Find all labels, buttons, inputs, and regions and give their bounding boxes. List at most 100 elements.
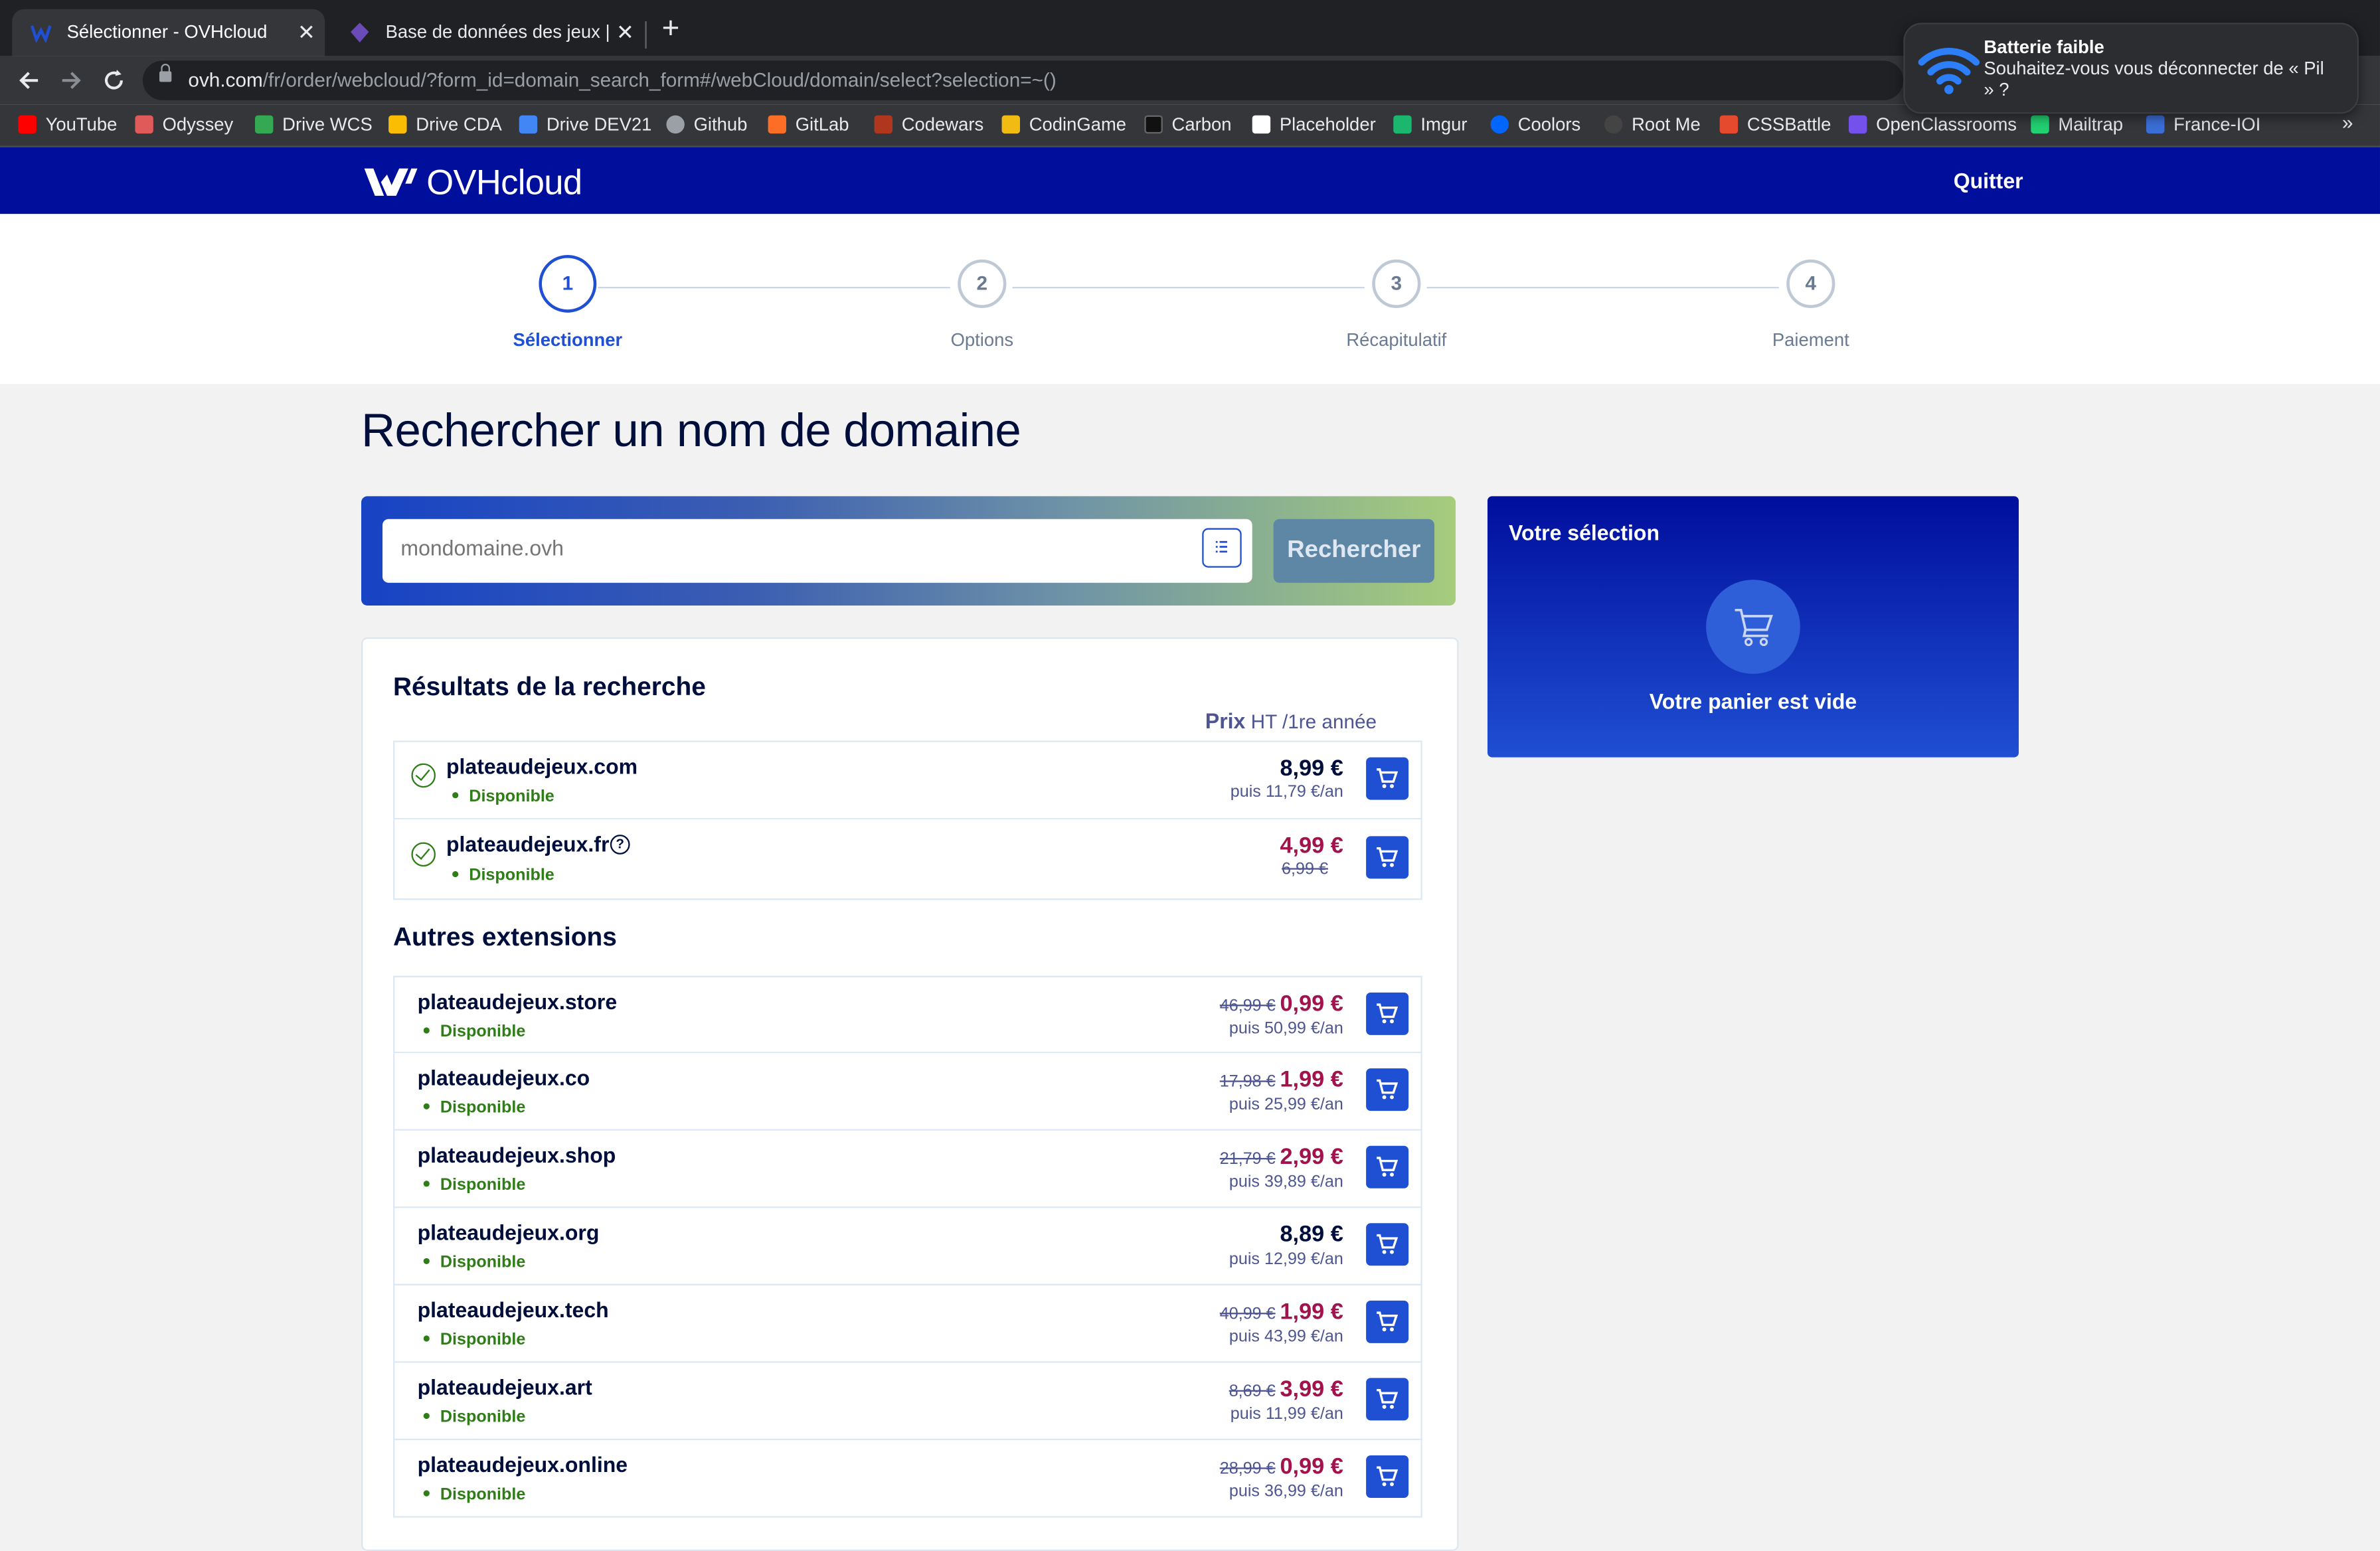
bookmark-gitlab[interactable]: GitLab	[768, 114, 849, 135]
forward-arrow-icon[interactable]	[59, 68, 84, 93]
step-options: 2 Options	[861, 259, 1104, 351]
add-to-cart-button[interactable]	[1366, 1455, 1409, 1498]
coolors-icon	[1490, 115, 1509, 134]
bookmark-imgur[interactable]: Imgur	[1393, 114, 1468, 135]
extension-row: plateaudejeux.online Disponible 28,99 €0…	[392, 1440, 1422, 1518]
price-block: 8,99 € puis 11,79 €/an	[1231, 756, 1343, 801]
cart-icon	[1377, 1466, 1399, 1487]
renewal-price: puis 12,99 €/an	[1229, 1250, 1343, 1269]
bookmark-drive-dev21[interactable]: Drive DEV21	[519, 114, 651, 135]
step-select[interactable]: 1 Sélectionner	[446, 254, 689, 351]
bookmark-codewars[interactable]: Codewars	[874, 114, 984, 135]
bookmark-label: Root Me	[1632, 114, 1701, 135]
extension-row: plateaudejeux.co Disponible 17,98 €1,99 …	[392, 1053, 1422, 1131]
add-to-cart-button[interactable]	[1366, 836, 1409, 879]
page-title: Rechercher un nom de domaine	[361, 403, 1021, 457]
other-extensions-title: Autres extensions	[392, 922, 617, 952]
reload-icon[interactable]	[102, 68, 126, 93]
bookmark-github[interactable]: Github	[666, 114, 747, 135]
cart-icon	[1377, 1311, 1399, 1332]
logo-text: OVHcloud	[426, 162, 582, 202]
available-check-icon	[411, 763, 436, 788]
bookmark-label: Codewars	[901, 114, 984, 135]
bookmark-drive-wcs[interactable]: Drive WCS	[254, 114, 373, 135]
quit-link[interactable]: Quitter	[1954, 169, 2023, 193]
domain-name: plateaudejeux.online	[417, 1452, 628, 1477]
renewal-price: puis 11,99 €/an	[1230, 1405, 1343, 1424]
add-to-cart-button[interactable]	[1366, 1223, 1409, 1266]
add-to-cart-button[interactable]	[1366, 1300, 1409, 1343]
original-price: 40,99 €	[1219, 1305, 1276, 1324]
odyssey-icon	[135, 115, 153, 134]
extension-row: plateaudejeux.org Disponible 8,89 € puis…	[392, 1208, 1422, 1285]
bookmark-rootme[interactable]: Root Me	[1604, 114, 1701, 135]
help-icon[interactable]: ?	[610, 835, 630, 855]
url-host: ovh.com	[188, 68, 263, 92]
price-header: Prix HT /1re année	[1205, 708, 1377, 733]
notification-body: Souhaitez-vous vous déconnecter de « Pil…	[1984, 57, 2324, 100]
new-tab-button[interactable]: +	[662, 14, 680, 44]
promo-price: 0,99 €	[1280, 1453, 1343, 1480]
add-to-cart-button[interactable]	[1366, 1378, 1409, 1421]
original-price: 28,99 €	[1219, 1459, 1276, 1479]
add-to-cart-button[interactable]	[1366, 1068, 1409, 1111]
price-block: 40,99 €1,99 € puis 43,99 €/an	[1220, 1299, 1343, 1347]
add-to-cart-button[interactable]	[1366, 757, 1409, 800]
tab-close-icon[interactable]: ✕	[298, 20, 315, 46]
bookmark-openclassrooms[interactable]: OpenClassrooms	[1848, 114, 2017, 135]
ovh-logo-icon	[364, 168, 418, 196]
domain-search-input[interactable]	[397, 534, 1163, 562]
wifi-icon	[1918, 48, 1980, 94]
bulk-list-button[interactable]	[1202, 528, 1242, 568]
step-number: 4	[1786, 259, 1835, 308]
domain-name: plateaudejeux.co	[417, 1065, 590, 1090]
tab-close-icon[interactable]: ✕	[616, 20, 634, 46]
low-battery-notification[interactable]: Batterie faible Souhaitez-vous vous déco…	[1903, 23, 2359, 114]
bookmark-codingame[interactable]: CodinGame	[1001, 114, 1127, 135]
selection-panel: Votre sélection Votre panier est vide	[1487, 496, 2019, 758]
domain-name: plateaudejeux.tech	[417, 1297, 609, 1322]
original-price: 6,99 €	[1282, 860, 1328, 879]
bookmark-label: YouTube	[45, 114, 118, 135]
browser-tab[interactable]: Base de données des jeux | Ma ✕	[331, 9, 643, 56]
bookmark-label: Odyssey	[162, 114, 234, 135]
availability-status: Disponible	[424, 1486, 526, 1504]
search-button[interactable]: Rechercher	[1273, 519, 1434, 583]
bookmark-france-ioi[interactable]: France-IOI	[2146, 114, 2260, 135]
step-label: Récapitulatif	[1346, 329, 1447, 351]
bookmark-label: Github	[693, 114, 748, 135]
database-favicon-icon	[350, 23, 369, 42]
add-to-cart-button[interactable]	[1366, 992, 1409, 1035]
url-text: ovh.com/fr/order/webcloud/?form_id=domai…	[188, 68, 1056, 91]
bookmark-label: Drive CDA	[416, 114, 502, 135]
bookmark-mailtrap[interactable]: Mailtrap	[2031, 114, 2123, 135]
bookmark-coolors[interactable]: Coolors	[1490, 114, 1581, 135]
add-to-cart-button[interactable]	[1366, 1145, 1409, 1188]
bookmark-label: Coolors	[1517, 114, 1581, 135]
availability-status: Disponible	[424, 1176, 526, 1194]
price-header-unit: HT /1re année	[1250, 710, 1377, 733]
step-payment: 4 Paiement	[1689, 259, 1932, 351]
bookmark-cssbattle[interactable]: CSSBattle	[1719, 114, 1831, 135]
codewars-icon	[874, 115, 892, 134]
domain-search-panel: Rechercher	[361, 496, 1456, 606]
bookmark-youtube[interactable]: YouTube	[18, 114, 117, 135]
availability-status: Disponible	[424, 1023, 526, 1041]
cart-icon	[1377, 1157, 1399, 1177]
bookmark-placeholder[interactable]: Placeholder	[1252, 114, 1376, 135]
bookmarks-overflow-button[interactable]: »	[2342, 111, 2353, 133]
bookmark-carbon[interactable]: Carbon	[1144, 114, 1232, 135]
domain-name: plateaudejeux.shop	[417, 1143, 616, 1167]
address-bar[interactable]: ovh.com/fr/order/webcloud/?form_id=domai…	[142, 60, 1904, 100]
promo-price: 2,99 €	[1280, 1144, 1343, 1171]
bookmark-label: CodinGame	[1029, 114, 1127, 135]
price-block: 28,99 €0,99 € puis 36,99 €/an	[1220, 1454, 1343, 1501]
cart-badge	[1706, 580, 1800, 674]
bookmark-drive-cda[interactable]: Drive CDA	[388, 114, 502, 135]
step-label: Sélectionner	[513, 329, 623, 351]
bookmark-odyssey[interactable]: Odyssey	[135, 114, 233, 135]
browser-tab-active[interactable]: Sélectionner - OVHcloud ✕	[12, 9, 325, 56]
domain-search-field[interactable]	[382, 519, 1252, 583]
placeholder-icon	[1252, 115, 1271, 134]
back-arrow-icon[interactable]	[17, 68, 41, 93]
